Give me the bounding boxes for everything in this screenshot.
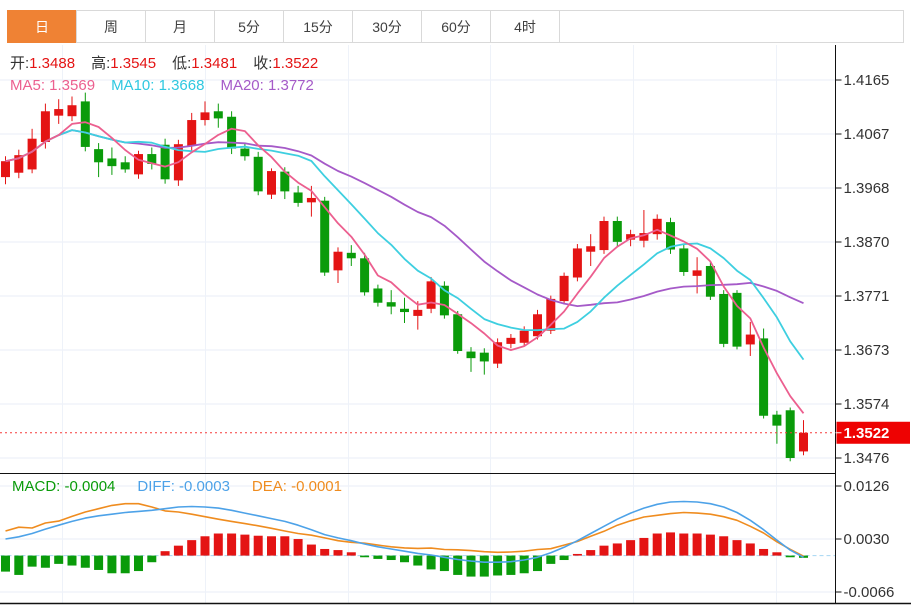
macd-legend: MACD: -0.0004 DIFF: -0.0003 DEA: -0.0001 bbox=[12, 478, 364, 495]
svg-text:1.3476: 1.3476 bbox=[844, 450, 890, 467]
close-value: 1.3522 bbox=[272, 55, 319, 72]
svg-text:0.0126: 0.0126 bbox=[844, 478, 890, 495]
dea-value: DEA: -0.0001 bbox=[251, 478, 342, 495]
ohlc-legend: 开: 1.3488 高: 1.3545 低: 1.3481 收: 1.3522 MA5:… bbox=[10, 53, 334, 97]
low-label: 低: bbox=[172, 55, 192, 72]
svg-text:1.3574: 1.3574 bbox=[844, 396, 890, 413]
open-value: 1.3488 bbox=[29, 55, 76, 72]
ohlc-values-row: 开: 1.3488 高: 1.3545 低: 1.3481 收: 1.3522 bbox=[10, 53, 334, 75]
svg-text:1.3870: 1.3870 bbox=[844, 234, 890, 251]
svg-text:0.0030: 0.0030 bbox=[844, 531, 890, 548]
low-value: 1.3481 bbox=[191, 55, 238, 72]
svg-text:1.3771: 1.3771 bbox=[844, 288, 890, 305]
svg-text:1.4165: 1.4165 bbox=[844, 72, 890, 89]
high-value: 1.3545 bbox=[110, 55, 157, 72]
svg-text:1.3968: 1.3968 bbox=[844, 180, 890, 197]
open-label: 开: bbox=[10, 55, 30, 72]
ma-values-row: MA5: 1.3569 MA10: 1.3668 MA20: 1.3772 bbox=[10, 75, 334, 97]
svg-text:1.3522: 1.3522 bbox=[844, 425, 890, 442]
macd-value: MACD: -0.0004 bbox=[12, 478, 116, 495]
close-label: 收: bbox=[253, 55, 273, 72]
last-price-badge: 1.3522 bbox=[835, 421, 910, 444]
svg-text:1.4067: 1.4067 bbox=[844, 126, 890, 143]
diff-value: DIFF: -0.0003 bbox=[137, 478, 230, 495]
high-label: 高: bbox=[91, 55, 111, 72]
svg-text:1.3673: 1.3673 bbox=[844, 342, 890, 359]
price-axis-labels: 1.4165 1.4067 1.3968 1.3870 1.3771 1.3673 1.35… bbox=[835, 72, 895, 601]
ma5-value: MA5: 1.3569 bbox=[10, 77, 96, 94]
ma10-value: MA10: 1.3668 bbox=[111, 77, 205, 94]
trading-chart-app: 日周月 5分 15分 30分 60分 4时 1.4165 1.4067 1.3968 1.387… bbox=[0, 0, 911, 606]
svg-text:-0.0066: -0.0066 bbox=[844, 584, 895, 601]
ma20-value: MA20: 1.3772 bbox=[220, 77, 314, 94]
